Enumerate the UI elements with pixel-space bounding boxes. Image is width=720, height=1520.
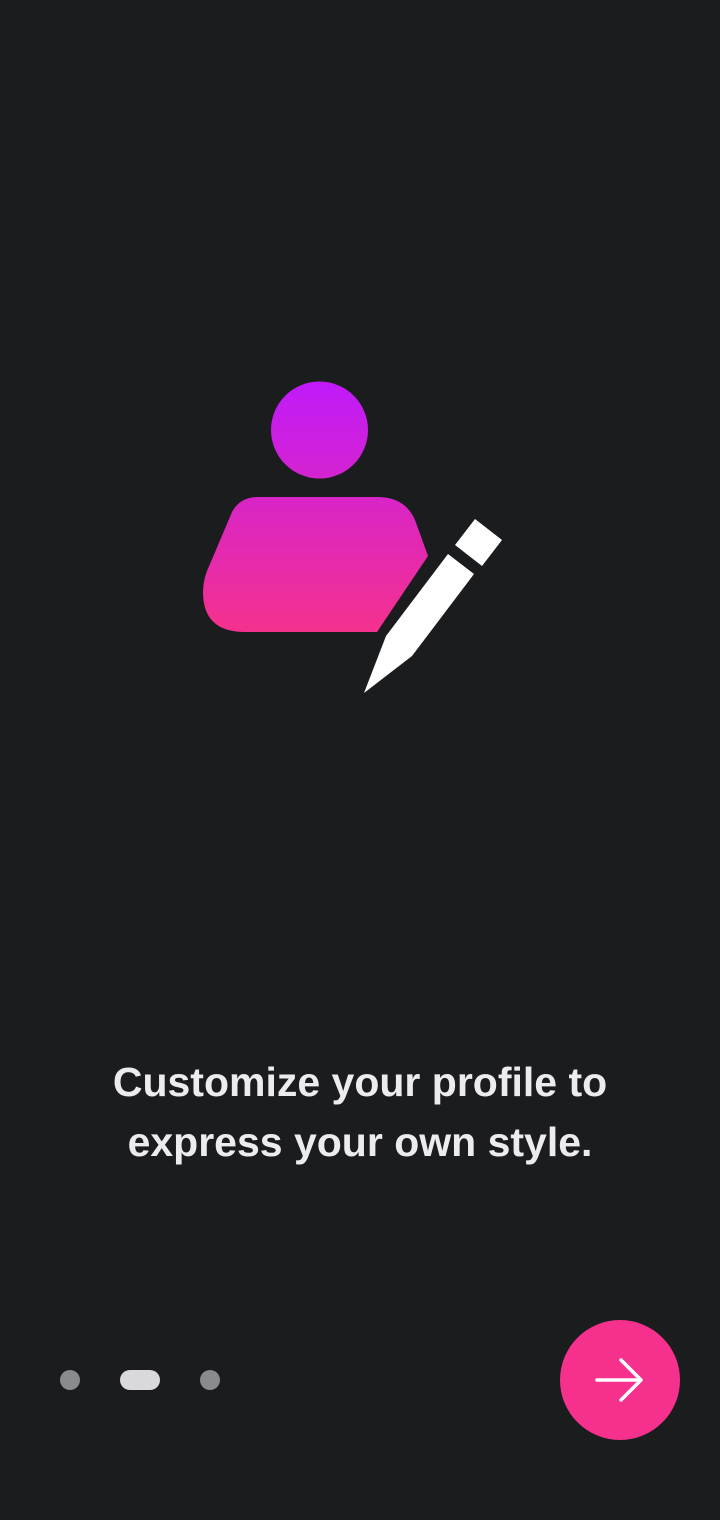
arrow-right-icon	[595, 1358, 643, 1402]
next-button[interactable]	[560, 1320, 680, 1440]
page-dot-2-active	[120, 1370, 160, 1390]
profile-edit-icon	[200, 378, 510, 698]
onboarding-headline: Customize your profile to express your o…	[112, 1059, 608, 1165]
person-figure	[203, 381, 428, 632]
page-dot-1	[60, 1370, 80, 1390]
page-dot-3	[200, 1370, 220, 1390]
